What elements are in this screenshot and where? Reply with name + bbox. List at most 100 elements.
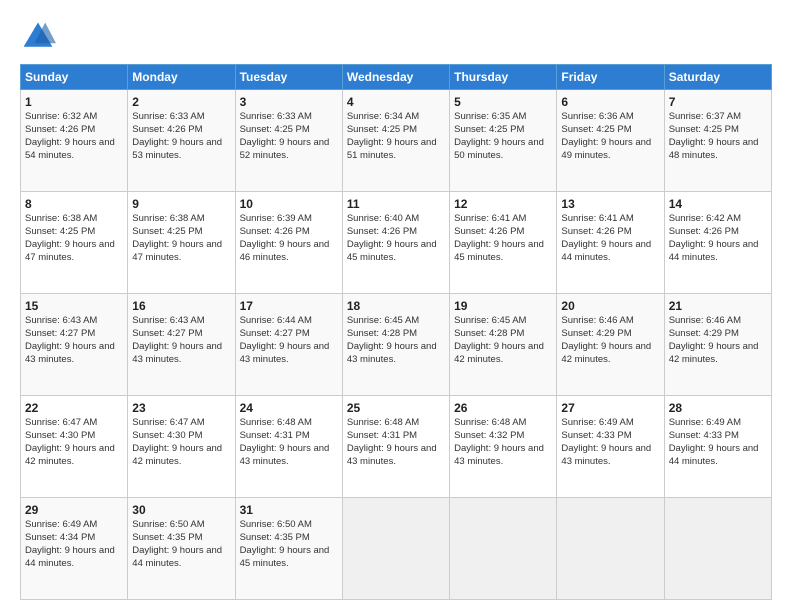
sunset-label: Sunset: 4:26 PM bbox=[561, 226, 631, 237]
day-number: 21 bbox=[669, 298, 767, 314]
calendar-week-4: 22 Sunrise: 6:47 AM Sunset: 4:30 PM Dayl… bbox=[21, 396, 772, 498]
calendar-week-2: 8 Sunrise: 6:38 AM Sunset: 4:25 PM Dayli… bbox=[21, 192, 772, 294]
sunset-label: Sunset: 4:27 PM bbox=[240, 328, 310, 339]
sunset-label: Sunset: 4:31 PM bbox=[347, 430, 417, 441]
daylight-label: Daylight: 9 hours and 45 minutes. bbox=[347, 239, 437, 263]
sunrise-label: Sunrise: 6:32 AM bbox=[25, 111, 97, 122]
calendar-cell: 21 Sunrise: 6:46 AM Sunset: 4:29 PM Dayl… bbox=[664, 294, 771, 396]
logo-icon bbox=[20, 18, 56, 54]
day-header-wednesday: Wednesday bbox=[342, 65, 449, 90]
day-header-sunday: Sunday bbox=[21, 65, 128, 90]
calendar-cell: 9 Sunrise: 6:38 AM Sunset: 4:25 PM Dayli… bbox=[128, 192, 235, 294]
sunset-label: Sunset: 4:25 PM bbox=[132, 226, 202, 237]
day-number: 22 bbox=[25, 400, 123, 416]
day-number: 9 bbox=[132, 196, 230, 212]
day-header-monday: Monday bbox=[128, 65, 235, 90]
calendar-cell: 2 Sunrise: 6:33 AM Sunset: 4:26 PM Dayli… bbox=[128, 90, 235, 192]
calendar-cell: 29 Sunrise: 6:49 AM Sunset: 4:34 PM Dayl… bbox=[21, 498, 128, 600]
sunrise-label: Sunrise: 6:39 AM bbox=[240, 213, 312, 224]
calendar-cell: 13 Sunrise: 6:41 AM Sunset: 4:26 PM Dayl… bbox=[557, 192, 664, 294]
sunrise-label: Sunrise: 6:34 AM bbox=[347, 111, 419, 122]
calendar-cell: 10 Sunrise: 6:39 AM Sunset: 4:26 PM Dayl… bbox=[235, 192, 342, 294]
calendar-cell bbox=[450, 498, 557, 600]
calendar-cell bbox=[664, 498, 771, 600]
daylight-label: Daylight: 9 hours and 52 minutes. bbox=[240, 137, 330, 161]
day-number: 23 bbox=[132, 400, 230, 416]
sunset-label: Sunset: 4:25 PM bbox=[347, 124, 417, 135]
sunrise-label: Sunrise: 6:50 AM bbox=[240, 519, 312, 530]
page: SundayMondayTuesdayWednesdayThursdayFrid… bbox=[0, 0, 792, 612]
sunset-label: Sunset: 4:26 PM bbox=[132, 124, 202, 135]
calendar-cell: 5 Sunrise: 6:35 AM Sunset: 4:25 PM Dayli… bbox=[450, 90, 557, 192]
calendar-cell: 8 Sunrise: 6:38 AM Sunset: 4:25 PM Dayli… bbox=[21, 192, 128, 294]
sunset-label: Sunset: 4:25 PM bbox=[240, 124, 310, 135]
calendar-cell: 28 Sunrise: 6:49 AM Sunset: 4:33 PM Dayl… bbox=[664, 396, 771, 498]
sunrise-label: Sunrise: 6:49 AM bbox=[25, 519, 97, 530]
sunset-label: Sunset: 4:35 PM bbox=[240, 532, 310, 543]
daylight-label: Daylight: 9 hours and 44 minutes. bbox=[132, 545, 222, 569]
day-number: 26 bbox=[454, 400, 552, 416]
daylight-label: Daylight: 9 hours and 45 minutes. bbox=[240, 545, 330, 569]
day-number: 14 bbox=[669, 196, 767, 212]
sunset-label: Sunset: 4:27 PM bbox=[25, 328, 95, 339]
day-number: 24 bbox=[240, 400, 338, 416]
calendar-week-3: 15 Sunrise: 6:43 AM Sunset: 4:27 PM Dayl… bbox=[21, 294, 772, 396]
daylight-label: Daylight: 9 hours and 50 minutes. bbox=[454, 137, 544, 161]
daylight-label: Daylight: 9 hours and 54 minutes. bbox=[25, 137, 115, 161]
logo bbox=[20, 18, 62, 54]
calendar-cell: 16 Sunrise: 6:43 AM Sunset: 4:27 PM Dayl… bbox=[128, 294, 235, 396]
calendar-cell: 25 Sunrise: 6:48 AM Sunset: 4:31 PM Dayl… bbox=[342, 396, 449, 498]
day-number: 31 bbox=[240, 502, 338, 518]
sunrise-label: Sunrise: 6:47 AM bbox=[25, 417, 97, 428]
calendar-cell: 17 Sunrise: 6:44 AM Sunset: 4:27 PM Dayl… bbox=[235, 294, 342, 396]
sunrise-label: Sunrise: 6:45 AM bbox=[347, 315, 419, 326]
daylight-label: Daylight: 9 hours and 43 minutes. bbox=[347, 443, 437, 467]
day-header-thursday: Thursday bbox=[450, 65, 557, 90]
day-number: 11 bbox=[347, 196, 445, 212]
daylight-label: Daylight: 9 hours and 42 minutes. bbox=[454, 341, 544, 365]
calendar-week-1: 1 Sunrise: 6:32 AM Sunset: 4:26 PM Dayli… bbox=[21, 90, 772, 192]
calendar-cell: 30 Sunrise: 6:50 AM Sunset: 4:35 PM Dayl… bbox=[128, 498, 235, 600]
daylight-label: Daylight: 9 hours and 44 minutes. bbox=[25, 545, 115, 569]
day-number: 30 bbox=[132, 502, 230, 518]
sunset-label: Sunset: 4:33 PM bbox=[561, 430, 631, 441]
sunrise-label: Sunrise: 6:38 AM bbox=[25, 213, 97, 224]
daylight-label: Daylight: 9 hours and 48 minutes. bbox=[669, 137, 759, 161]
calendar-cell: 31 Sunrise: 6:50 AM Sunset: 4:35 PM Dayl… bbox=[235, 498, 342, 600]
daylight-label: Daylight: 9 hours and 44 minutes. bbox=[561, 239, 651, 263]
sunrise-label: Sunrise: 6:48 AM bbox=[347, 417, 419, 428]
day-number: 20 bbox=[561, 298, 659, 314]
sunrise-label: Sunrise: 6:48 AM bbox=[240, 417, 312, 428]
calendar-table: SundayMondayTuesdayWednesdayThursdayFrid… bbox=[20, 64, 772, 600]
sunrise-label: Sunrise: 6:33 AM bbox=[240, 111, 312, 122]
calendar-cell: 26 Sunrise: 6:48 AM Sunset: 4:32 PM Dayl… bbox=[450, 396, 557, 498]
sunset-label: Sunset: 4:25 PM bbox=[454, 124, 524, 135]
daylight-label: Daylight: 9 hours and 42 minutes. bbox=[25, 443, 115, 467]
day-number: 7 bbox=[669, 94, 767, 110]
sunrise-label: Sunrise: 6:38 AM bbox=[132, 213, 204, 224]
calendar-cell: 14 Sunrise: 6:42 AM Sunset: 4:26 PM Dayl… bbox=[664, 192, 771, 294]
day-number: 3 bbox=[240, 94, 338, 110]
day-number: 10 bbox=[240, 196, 338, 212]
daylight-label: Daylight: 9 hours and 51 minutes. bbox=[347, 137, 437, 161]
calendar-header-row: SundayMondayTuesdayWednesdayThursdayFrid… bbox=[21, 65, 772, 90]
day-number: 25 bbox=[347, 400, 445, 416]
day-number: 1 bbox=[25, 94, 123, 110]
day-number: 8 bbox=[25, 196, 123, 212]
sunset-label: Sunset: 4:25 PM bbox=[669, 124, 739, 135]
sunrise-label: Sunrise: 6:45 AM bbox=[454, 315, 526, 326]
sunset-label: Sunset: 4:30 PM bbox=[25, 430, 95, 441]
sunset-label: Sunset: 4:34 PM bbox=[25, 532, 95, 543]
sunset-label: Sunset: 4:30 PM bbox=[132, 430, 202, 441]
day-number: 16 bbox=[132, 298, 230, 314]
sunrise-label: Sunrise: 6:43 AM bbox=[132, 315, 204, 326]
day-number: 19 bbox=[454, 298, 552, 314]
daylight-label: Daylight: 9 hours and 43 minutes. bbox=[240, 341, 330, 365]
calendar-cell: 27 Sunrise: 6:49 AM Sunset: 4:33 PM Dayl… bbox=[557, 396, 664, 498]
sunset-label: Sunset: 4:29 PM bbox=[669, 328, 739, 339]
sunrise-label: Sunrise: 6:49 AM bbox=[669, 417, 741, 428]
daylight-label: Daylight: 9 hours and 43 minutes. bbox=[25, 341, 115, 365]
calendar-cell: 1 Sunrise: 6:32 AM Sunset: 4:26 PM Dayli… bbox=[21, 90, 128, 192]
daylight-label: Daylight: 9 hours and 44 minutes. bbox=[669, 443, 759, 467]
day-number: 28 bbox=[669, 400, 767, 416]
